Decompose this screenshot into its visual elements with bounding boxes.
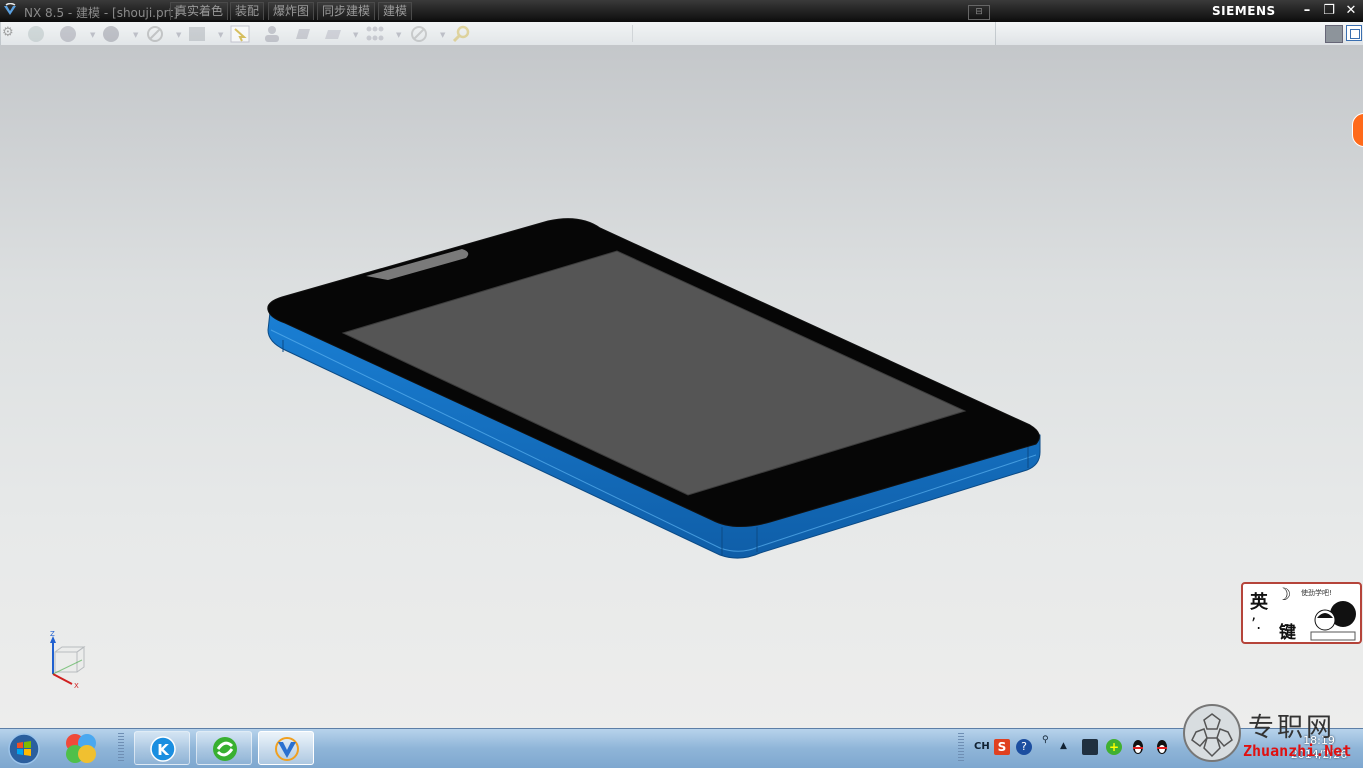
nx-logo-icon[interactable] xyxy=(2,3,18,19)
browser-icon xyxy=(213,737,237,761)
display-mode-icon[interactable] xyxy=(1325,25,1343,43)
qq-penguin-icon[interactable] xyxy=(1130,739,1146,755)
qq-penguin-icon[interactable] xyxy=(1154,739,1170,755)
restore-button[interactable]: ❐ xyxy=(1319,2,1339,20)
siemens-brand: SIEMENS xyxy=(1212,4,1276,18)
taskbar-grip[interactable] xyxy=(118,733,124,763)
pinwheel-app-icon[interactable] xyxy=(64,732,98,764)
tab-modeling[interactable]: 建模 xyxy=(378,2,413,20)
phone-model[interactable] xyxy=(0,45,1363,728)
network-monitor-icon[interactable] xyxy=(1082,739,1098,755)
tray-grip[interactable] xyxy=(958,733,964,763)
coordinate-system-triad: Z X xyxy=(50,630,86,690)
kugou-icon: K xyxy=(150,736,176,762)
watermark-site-url: Zhuanzhi.Net xyxy=(1243,742,1352,760)
taskbar-app-browser[interactable] xyxy=(196,731,252,765)
tab-assembly[interactable]: 装配 xyxy=(230,2,265,20)
svg-text:K: K xyxy=(157,741,170,759)
nx-app-icon xyxy=(275,737,299,761)
windows-taskbar: K CH S ? ⚲ ▲ + 18:19 2014/2/26 xyxy=(0,728,1363,768)
taskbar-app-kugou[interactable]: K xyxy=(134,731,190,765)
tab-synchronous-modeling[interactable]: 同步建模 xyxy=(317,2,376,20)
ribbon-restore-icon[interactable]: ⊟ xyxy=(968,5,990,20)
ime-soft-keyboard-button[interactable]: 键 xyxy=(1279,618,1296,643)
window-title: NX 8.5 - 建模 - [shouji.prt] xyxy=(24,6,178,20)
resource-bar-tab[interactable] xyxy=(1352,113,1363,147)
ime-doodle-text: 使劲学吧! xyxy=(1301,589,1332,597)
cartoon-avatar-icon xyxy=(1310,601,1356,641)
ime-options-icon[interactable]: ⚲ xyxy=(1042,735,1049,745)
watermark-site-name: 专职网 xyxy=(1248,713,1336,743)
z-axis-label: Z xyxy=(50,630,55,638)
tab-true-shading[interactable]: 真实着色 xyxy=(170,2,229,20)
taskbar-app-nx[interactable] xyxy=(258,731,314,765)
title-bar: NX 8.5 - 建模 - [shouji.prt] 真实着色 装配 爆炸图 同… xyxy=(0,0,1363,22)
sogou-ime-icon[interactable]: S xyxy=(994,739,1010,755)
help-icon[interactable]: ? xyxy=(1016,739,1032,755)
ime-mode-toggle[interactable]: 英 xyxy=(1250,588,1268,614)
watermark-logo-icon xyxy=(1183,704,1241,762)
show-hidden-icons-icon[interactable]: ▲ xyxy=(1060,741,1067,751)
moon-icon[interactable]: ☽ xyxy=(1276,585,1291,605)
tab-exploded-view[interactable]: 爆炸图 xyxy=(268,2,315,20)
input-method-status-bar[interactable]: 英 ☽ ’. 键 使劲学吧! xyxy=(1241,582,1362,644)
start-button[interactable] xyxy=(3,731,45,766)
minimize-button[interactable]: – xyxy=(1297,2,1317,20)
security-plus-icon[interactable]: + xyxy=(1106,739,1122,755)
x-axis-label: X xyxy=(74,682,79,690)
language-indicator[interactable]: CH xyxy=(974,741,990,752)
ime-punctuation-toggle[interactable]: ’. xyxy=(1251,614,1261,633)
close-button[interactable]: ✕ xyxy=(1341,2,1361,20)
fit-view-icon[interactable] xyxy=(1346,25,1362,41)
graphics-viewport[interactable]: Z X xyxy=(0,45,1363,728)
